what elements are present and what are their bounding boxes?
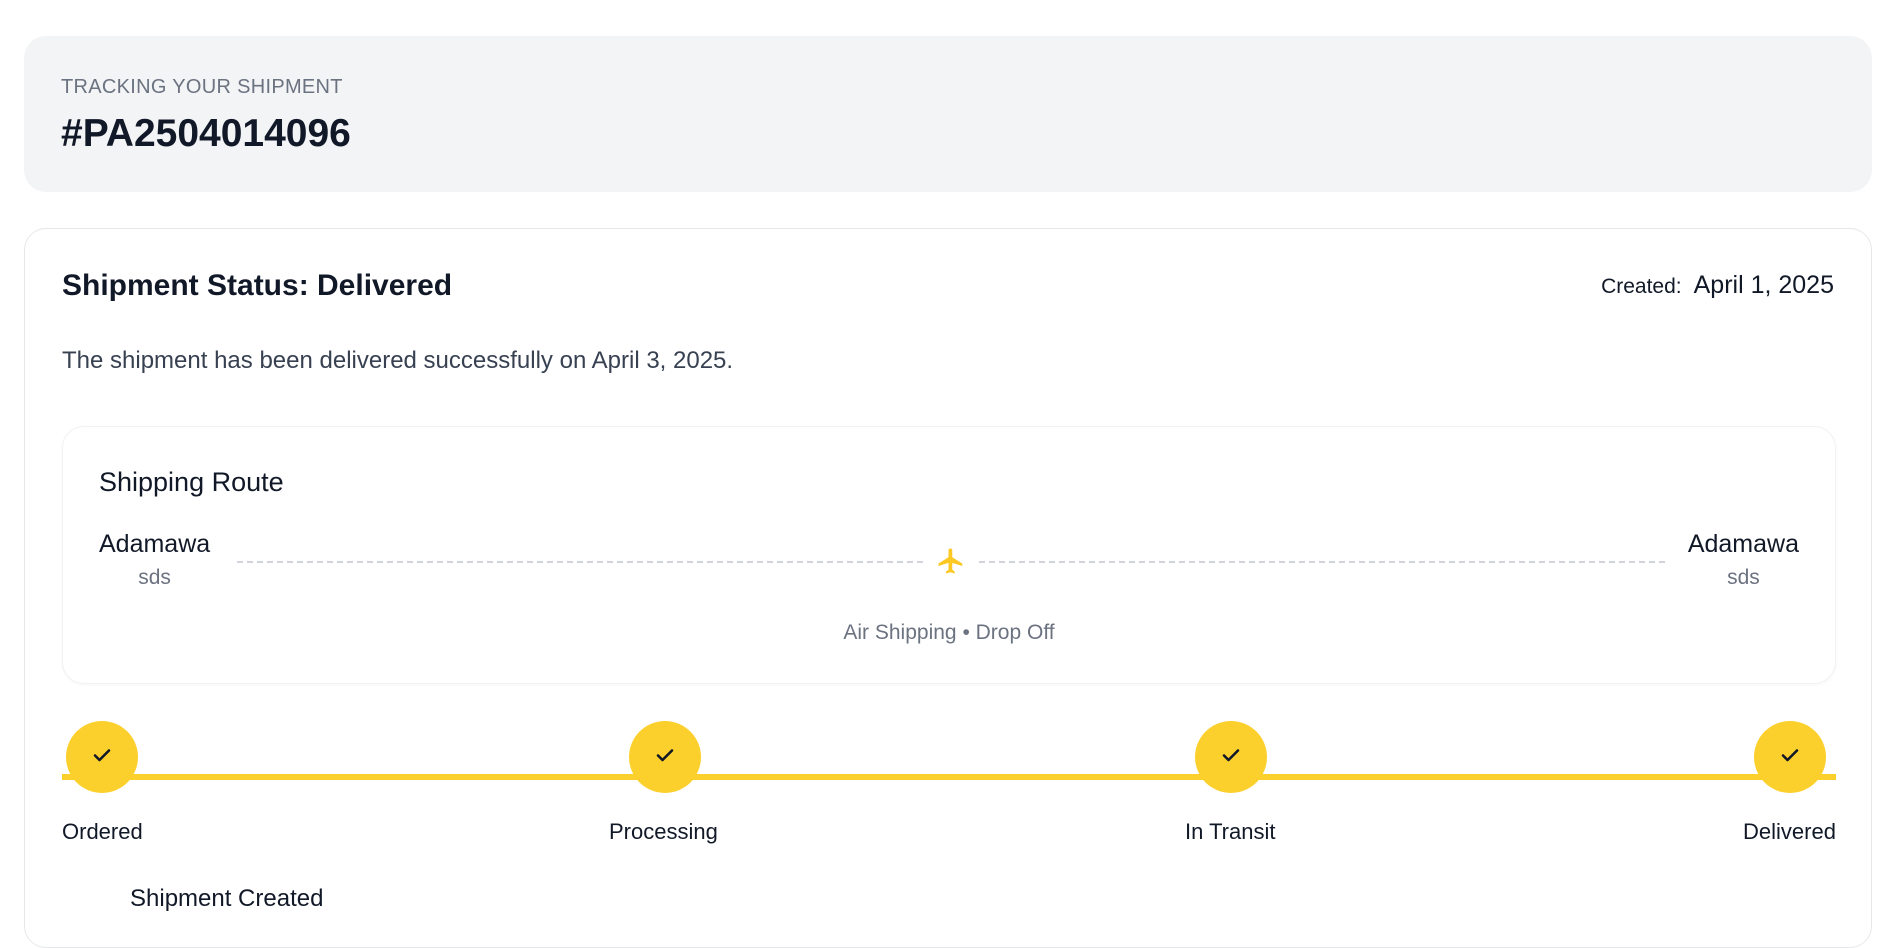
origin-location: Adamawa sds (99, 530, 210, 590)
created-date: Created: April 1, 2025 (1601, 271, 1834, 300)
route-line-left (237, 561, 923, 563)
origin-name: Adamawa (99, 530, 211, 558)
step-label: Processing (609, 819, 718, 844)
step-circle (1195, 721, 1267, 793)
step-label: In Transit (1185, 819, 1276, 844)
destination-sub: sds (1727, 566, 1760, 589)
shipping-route-title: Shipping Route (99, 467, 284, 497)
created-value: April 1, 2025 (1693, 271, 1834, 299)
checkmark-icon (653, 743, 677, 772)
tracking-header: TRACKING YOUR SHIPMENT #PA2504014096 (24, 36, 1872, 192)
route-line-right (979, 561, 1665, 563)
checkmark-icon (1778, 743, 1802, 772)
shipment-created-heading: Shipment Created (130, 885, 324, 912)
tracking-number: #PA2504014096 (61, 112, 351, 155)
step-ordered: Ordered (62, 721, 143, 844)
step-circle (66, 721, 138, 793)
step-circle (629, 721, 701, 793)
step-in-transit: In Transit (1185, 721, 1275, 844)
checkmark-icon (1219, 743, 1243, 772)
step-label: Ordered (62, 819, 143, 844)
shipment-status-title: Shipment Status: Delivered (62, 269, 453, 302)
destination-location: Adamawa sds (1688, 530, 1799, 590)
progress-track (62, 774, 1836, 780)
shipping-method: Air Shipping • Drop Off (843, 621, 1055, 644)
step-processing: Processing (609, 721, 718, 844)
origin-sub: sds (138, 566, 171, 589)
airplane-icon (936, 546, 966, 576)
destination-name: Adamawa (1687, 530, 1799, 558)
step-circle (1754, 721, 1826, 793)
checkmark-icon (90, 743, 114, 772)
step-delivered: Delivered (1743, 721, 1836, 844)
shipping-route-card: Shipping Route Adamawa sds Adamawa sds A… (62, 426, 1836, 684)
created-label: Created: (1601, 275, 1682, 298)
shipment-status-card: Shipment Status: Delivered Created: Apri… (24, 228, 1872, 948)
tracking-label: TRACKING YOUR SHIPMENT (61, 76, 343, 98)
status-description: The shipment has been delivered successf… (62, 347, 734, 374)
step-label: Delivered (1743, 819, 1836, 844)
